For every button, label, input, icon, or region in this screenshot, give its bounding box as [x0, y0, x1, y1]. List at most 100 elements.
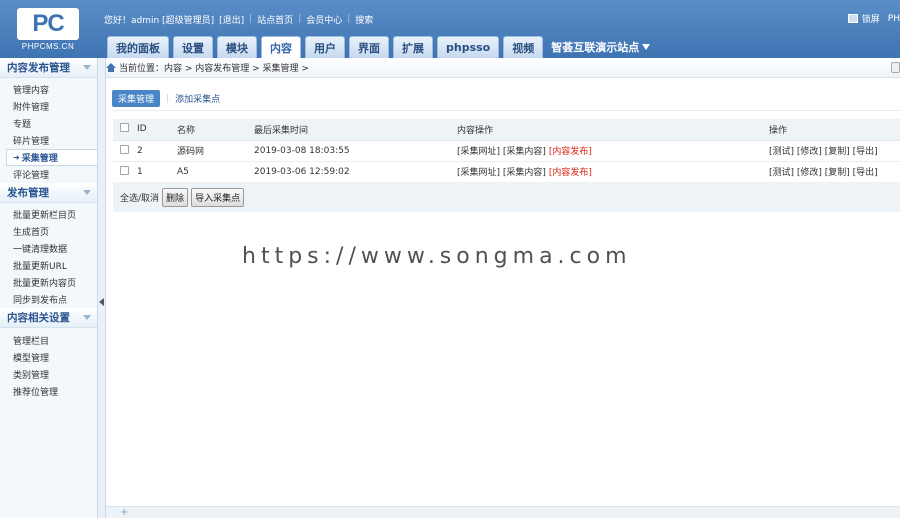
- lock-screen[interactable]: 锁屏 PH: [847, 12, 900, 25]
- divider: |: [166, 93, 170, 104]
- row-name: A5: [177, 161, 254, 183]
- sidebar-item-update-category[interactable]: 批量更新栏目页: [0, 206, 97, 223]
- divider: |: [249, 14, 253, 24]
- add-collection-point-link[interactable]: 添加采集点: [175, 92, 220, 105]
- sidebar-item-comments[interactable]: 评论管理: [0, 166, 97, 183]
- sidebar-item-fragments[interactable]: 碎片管理: [0, 132, 97, 149]
- publish-content-link[interactable]: [内容发布]: [549, 168, 592, 178]
- column-header-actions: 操作: [769, 119, 900, 141]
- sidebar-item-update-pages[interactable]: 批量更新内容页: [0, 274, 97, 291]
- sidebar: 内容发布管理 管理内容 附件管理 专题 碎片管理 ➜ 采集管理 评论管理 发布管…: [0, 58, 98, 518]
- group-title-label: 内容相关设置: [7, 312, 70, 324]
- logout-link[interactable]: [退出]: [219, 13, 244, 26]
- chevron-down-icon: [83, 190, 91, 195]
- table-footer: 全选/取消 删除 导入采集点: [113, 182, 900, 212]
- site-selector-label: 智荟互联演示站点: [551, 41, 640, 54]
- watermark-text: https://www.songma.com: [242, 244, 632, 269]
- sidebar-item-special[interactable]: 专题: [0, 115, 97, 132]
- sidebar-group-content-settings[interactable]: 内容相关设置: [0, 308, 97, 328]
- tab-phpsso[interactable]: phpsso: [437, 36, 500, 58]
- logo-mark: PC: [17, 8, 79, 40]
- logo[interactable]: PC PHPCMS.CN: [17, 8, 79, 52]
- sidebar-item-label: 采集管理: [21, 154, 58, 164]
- group-title-label: 发布管理: [7, 187, 49, 199]
- sidebar-item-types[interactable]: 类别管理: [0, 366, 97, 383]
- tab-video[interactable]: 视频: [503, 36, 544, 58]
- row-checkbox[interactable]: [120, 144, 129, 154]
- import-button[interactable]: 导入采集点: [191, 187, 245, 207]
- table-header-row: ID 名称 最后采集时间 内容操作 操作: [113, 119, 900, 141]
- chevron-down-icon: [83, 65, 91, 70]
- search-link[interactable]: 搜索: [355, 13, 373, 26]
- publish-content-link[interactable]: [内容发布]: [549, 147, 592, 157]
- lock-label: 锁屏: [861, 15, 880, 25]
- plus-icon[interactable]: +: [120, 508, 128, 518]
- sidebar-item-sync-publish[interactable]: 同步到发布点: [0, 291, 97, 308]
- main-nav: 我的面板 设置 模块 内容 用户 界面 扩展 phpsso 视频 智荟互联演示站…: [107, 36, 654, 58]
- row-name: 源码网: [177, 140, 254, 162]
- tab-users[interactable]: 用户: [305, 36, 345, 58]
- tab-content[interactable]: 内容: [261, 36, 301, 58]
- greeting-text: 您好！admin [超级管理员]: [104, 15, 215, 26]
- row-time: 2019-03-08 18:03:55: [254, 140, 457, 162]
- tab-settings[interactable]: 设置: [173, 36, 213, 58]
- row-checkbox[interactable]: [120, 165, 129, 175]
- row-content-ops: [采集网址] [采集内容] [内容发布]: [457, 161, 769, 183]
- delete-button[interactable]: 删除: [162, 187, 189, 207]
- sidebar-item-manage-content[interactable]: 管理内容: [0, 81, 97, 98]
- site-home-link[interactable]: 站点首页: [257, 13, 293, 26]
- sidebar-collapse-handle[interactable]: [98, 58, 106, 518]
- monitor-icon: [847, 14, 858, 23]
- table-row: 2 源码网 2019-03-08 18:03:55 [采集网址] [采集内容] …: [113, 140, 900, 162]
- arrow-right-icon: ➜: [13, 153, 20, 162]
- row-actions[interactable]: [测试] [修改] [复制] [导出]: [769, 140, 900, 162]
- subtab-collection-manage[interactable]: 采集管理: [112, 90, 161, 107]
- row-id: 1: [137, 161, 177, 183]
- tab-panel[interactable]: 我的面板: [107, 36, 169, 58]
- site-selector[interactable]: 智荟互联演示站点: [547, 36, 654, 58]
- chevron-down-icon: [642, 44, 651, 50]
- column-header-content-ops: 内容操作: [457, 119, 769, 141]
- sidebar-item-collection[interactable]: ➜ 采集管理: [6, 149, 97, 166]
- sidebar-item-clean-data[interactable]: 一键清理数据: [0, 240, 97, 257]
- sidebar-item-positions[interactable]: 推荐位管理: [0, 383, 97, 400]
- right-cut-text: PH: [887, 13, 900, 24]
- scroll-button[interactable]: [891, 62, 900, 73]
- collect-content-link[interactable]: [采集内容]: [503, 168, 546, 178]
- sidebar-item-generate-home[interactable]: 生成首页: [0, 223, 97, 240]
- tab-extensions[interactable]: 扩展: [393, 36, 433, 58]
- collect-urls-link[interactable]: [采集网址]: [457, 168, 500, 178]
- breadcrumb: 当前位置：内容 > 内容发布管理 > 采集管理 >: [106, 58, 900, 78]
- logo-text: PHPCMS.CN: [21, 42, 75, 51]
- tab-interface[interactable]: 界面: [349, 36, 389, 58]
- column-header-time: 最后采集时间: [254, 119, 457, 141]
- sidebar-item-categories[interactable]: 管理栏目: [0, 332, 97, 349]
- row-actions[interactable]: [测试] [修改] [复制] [导出]: [769, 161, 900, 183]
- divider: [112, 110, 900, 111]
- member-center-link[interactable]: 会员中心: [306, 13, 342, 26]
- sidebar-group-content-publish[interactable]: 内容发布管理: [0, 58, 97, 78]
- sidebar-item-attachments[interactable]: 附件管理: [0, 98, 97, 115]
- collect-content-link[interactable]: [采集内容]: [503, 147, 546, 157]
- row-id: 2: [137, 140, 177, 162]
- row-time: 2019-03-06 12:59:02: [254, 161, 457, 183]
- select-all-checkbox[interactable]: [120, 123, 129, 133]
- bottom-bar: +: [106, 506, 900, 518]
- tab-modules[interactable]: 模块: [217, 36, 257, 58]
- divider: |: [298, 14, 302, 24]
- sidebar-item-update-url[interactable]: 批量更新URL: [0, 257, 97, 274]
- collapse-left-icon: [99, 298, 104, 306]
- column-header-id: ID: [137, 119, 177, 141]
- collect-urls-link[interactable]: [采集网址]: [457, 147, 500, 157]
- sidebar-group-publish[interactable]: 发布管理: [0, 183, 97, 203]
- home-icon: [106, 63, 116, 72]
- sidebar-item-models[interactable]: 模型管理: [0, 349, 97, 366]
- select-all-toggle[interactable]: 全选/取消: [120, 191, 159, 204]
- sub-tabs: 采集管理 | 添加采集点: [112, 90, 220, 107]
- main-content: 当前位置：内容 > 内容发布管理 > 采集管理 > 采集管理 | 添加采集点 I…: [106, 58, 900, 518]
- row-content-ops: [采集网址] [采集内容] [内容发布]: [457, 140, 769, 162]
- column-header-name: 名称: [177, 119, 254, 141]
- group-title-label: 内容发布管理: [7, 62, 70, 74]
- top-header: PC PHPCMS.CN 您好！admin [超级管理员] [退出] | 站点首…: [0, 0, 900, 58]
- table-row: 1 A5 2019-03-06 12:59:02 [采集网址] [采集内容] […: [113, 161, 900, 183]
